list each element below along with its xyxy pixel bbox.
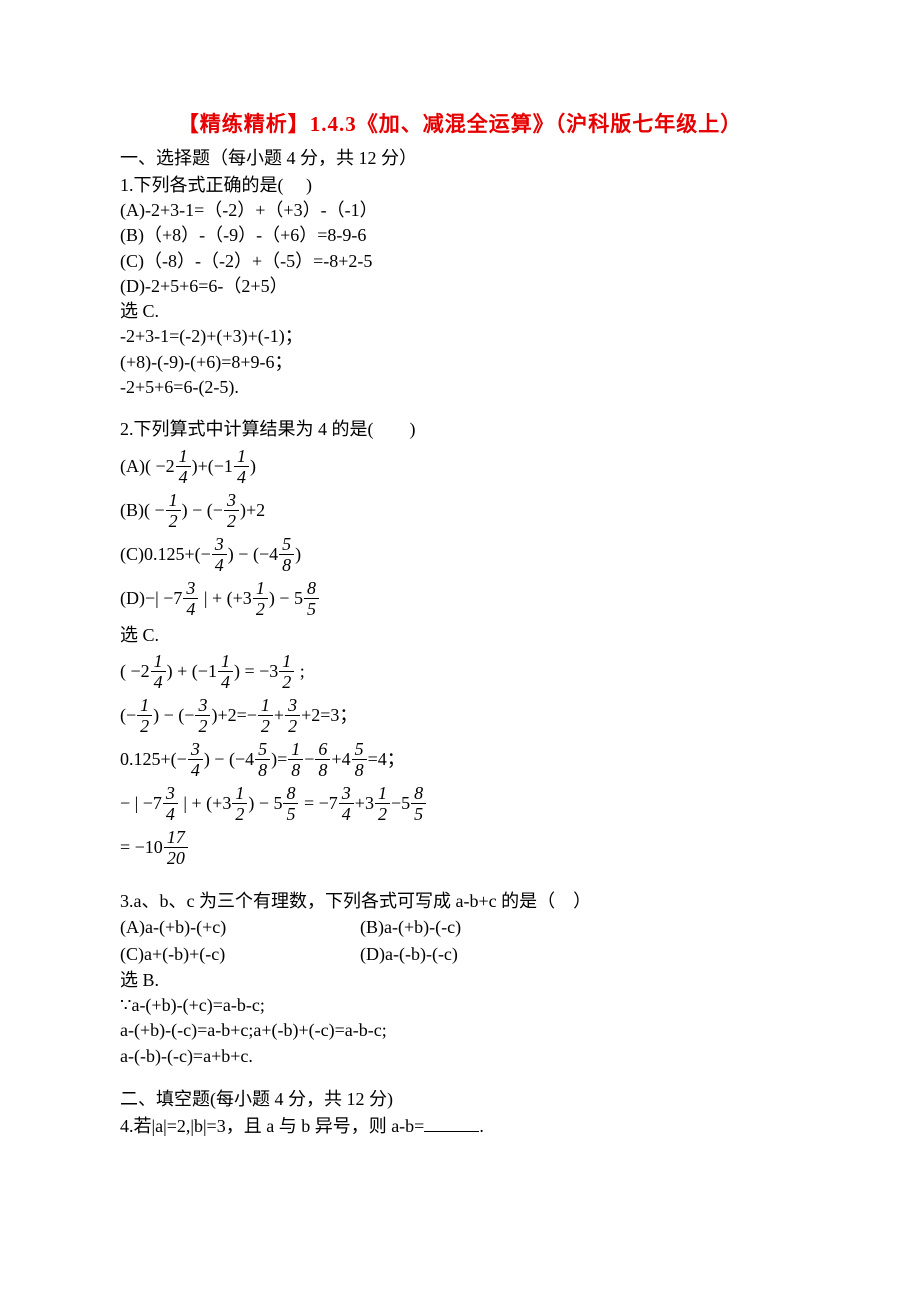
q1-answer: 选 C. bbox=[120, 299, 800, 323]
q2-explain-1: ( −214 ) + ( −114 ) = −312 ; bbox=[120, 652, 800, 691]
section1-header: 一、选择题（每小题 4 分，共 12 分） bbox=[120, 146, 800, 170]
q3-explain-3: a-(-b)-(-c)=a+b+c. bbox=[120, 1044, 800, 1068]
q1-explain-2: (+8)-(-9)-(+6)=8+9-6； bbox=[120, 350, 800, 374]
section2-header: 二、填空题(每小题 4 分，共 12 分) bbox=[120, 1087, 800, 1111]
q1-optC: (C)（-8）-（-2）+（-5）=-8+2-5 bbox=[120, 249, 800, 273]
q4-stem: 4.若|a|=2,|b|=3，且 a 与 b 异号，则 a-b=. bbox=[120, 1113, 800, 1138]
q4-pre: 4.若|a|=2,|b|=3，且 a 与 b 异号，则 a-b= bbox=[120, 1116, 424, 1136]
q2-explain-3: 0.125+( −34 ) − ( −458 )= 18 − 68 + 458 … bbox=[120, 740, 800, 779]
q4-blank bbox=[424, 1113, 479, 1132]
q2-explain-4b: = −101720 bbox=[120, 828, 800, 867]
q1-stem: 1.下列各式正确的是( ) bbox=[120, 173, 800, 197]
q1-optD: (D)-2+5+6=6-（2+5） bbox=[120, 274, 800, 298]
q2-explain-2: (−12 ) − (−32 )+2=−12 +32 +2=3； bbox=[120, 696, 800, 735]
q1-optB: (B)（+8）-（-9）-（+6）=8-9-6 bbox=[120, 223, 800, 247]
title: 【精练精析】1.4.3《加、减混全运算》（沪科版七年级上） bbox=[120, 110, 800, 138]
q2-optD: (D)−| −734 | + ( +312 ) − 585 bbox=[120, 579, 800, 618]
q1-optA: (A)-2+3-1=（-2）+（+3）-（-1） bbox=[120, 198, 800, 222]
q1-explain-1: -2+3-1=(-2)+(+3)+(-1)； bbox=[120, 324, 800, 348]
q3-optD: (D)a-(-b)-(-c) bbox=[360, 942, 458, 966]
q3-explain-1: ∵a-(+b)-(+c)=a-b-c; bbox=[120, 993, 800, 1017]
q1-explain-3: -2+5+6=6-(2-5). bbox=[120, 375, 800, 399]
q2-optB: (B)( −12 ) − (− 32 )+2 bbox=[120, 491, 800, 530]
q2-optC: (C)0.125+( −34 ) − ( −458 ) bbox=[120, 535, 800, 574]
q3-stem: 3.a、b、c 为三个有理数，下列各式可写成 a-b+c 的是（ ） bbox=[120, 889, 800, 913]
q2-explain-4a: − | −734 | + ( +312 ) − 585 = −734 + 312… bbox=[120, 784, 800, 823]
q3-optA: (A)a-(+b)-(+c) bbox=[120, 915, 360, 939]
q3-optC: (C)a+(-b)+(-c) bbox=[120, 942, 360, 966]
q2-stem: 2.下列算式中计算结果为 4 的是( ) bbox=[120, 417, 800, 441]
q4-post: . bbox=[479, 1116, 484, 1136]
q3-explain-2: a-(+b)-(-c)=a-b+c;a+(-b)+(-c)=a-b-c; bbox=[120, 1018, 800, 1042]
q3-optB: (B)a-(+b)-(-c) bbox=[360, 915, 461, 939]
q2-optA: (A)( −214 )+( −114 ) bbox=[120, 447, 800, 486]
q2-answer: 选 C. bbox=[120, 623, 800, 647]
q3-answer: 选 B. bbox=[120, 968, 800, 992]
